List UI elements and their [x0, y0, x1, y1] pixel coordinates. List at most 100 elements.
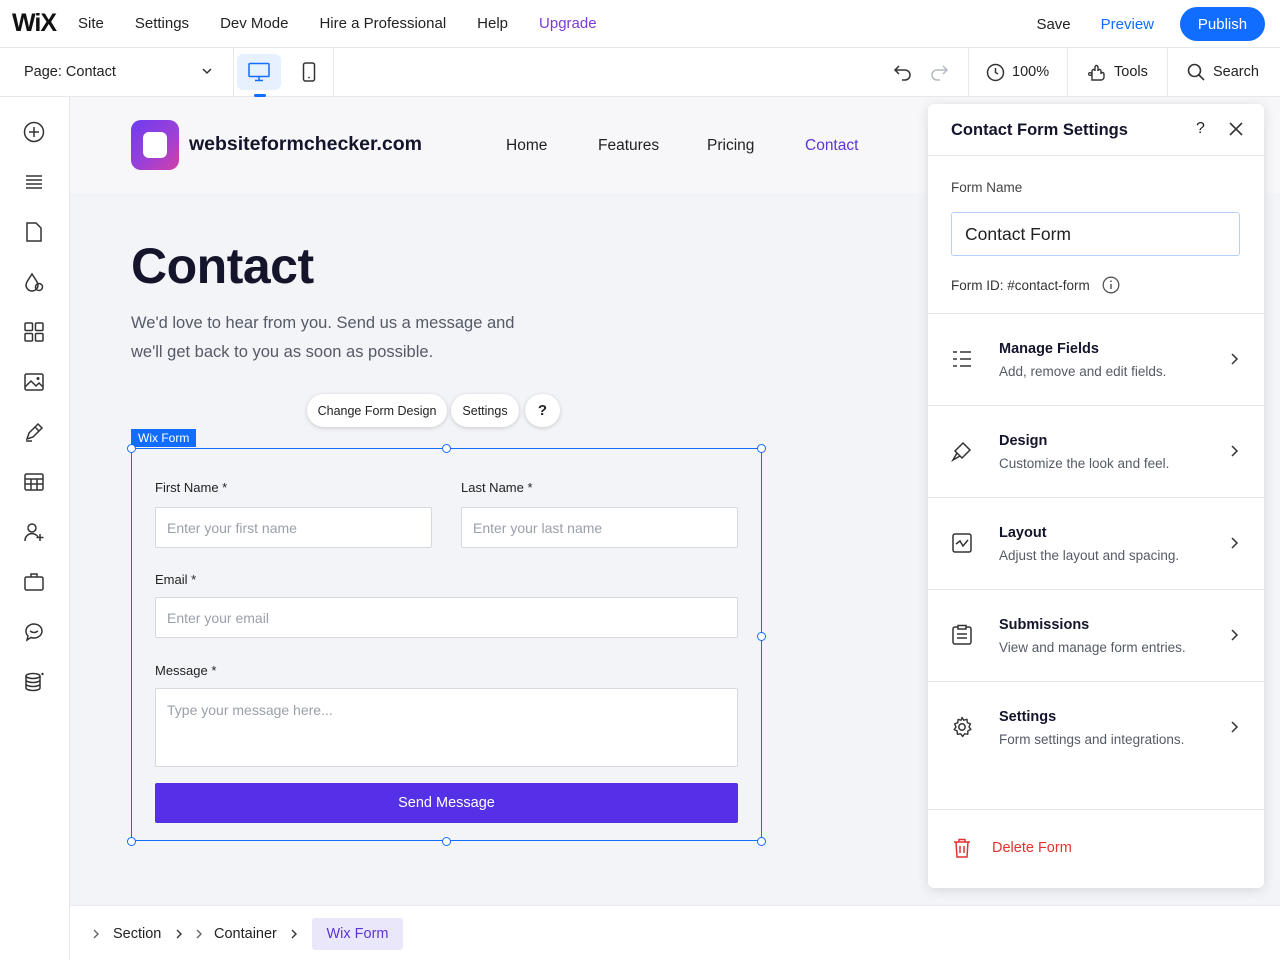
site-name: websiteformchecker.com	[189, 133, 423, 155]
submissions-row[interactable]: Submissions View and manage form entries…	[928, 589, 1264, 681]
breadcrumb-container[interactable]: Container	[214, 906, 277, 960]
cms-table-icon[interactable]	[23, 471, 45, 493]
page-lead: We'd love to hear from you. Send us a me…	[131, 309, 551, 367]
last-name-field[interactable]: Enter your last name	[461, 507, 738, 548]
redo-icon[interactable]	[929, 63, 949, 81]
email-field[interactable]: Enter your email	[155, 597, 738, 638]
add-elements-icon[interactable]	[23, 121, 45, 143]
page-selector[interactable]: Page: Contact	[0, 48, 234, 96]
message-field[interactable]: Type your message here...	[155, 688, 738, 767]
chevron-down-icon	[201, 65, 213, 77]
top-nav: Site Settings Dev Mode Hire a Profession…	[78, 0, 628, 48]
undo-icon[interactable]	[893, 63, 913, 81]
breadcrumb: Section Container Wix Form	[70, 905, 1280, 960]
delete-form-button[interactable]: Delete Form	[992, 840, 1072, 856]
tools-icon	[1088, 64, 1105, 81]
desktop-view-button[interactable]	[237, 54, 281, 90]
resize-handle[interactable]	[127, 444, 136, 453]
chevron-right-icon	[1229, 352, 1239, 366]
resize-handle[interactable]	[757, 632, 766, 641]
preview-button[interactable]: Preview	[1101, 16, 1154, 33]
resize-handle[interactable]	[127, 837, 136, 846]
site-logo	[131, 120, 179, 170]
manage-fields-row[interactable]: Manage Fields Add, remove and edit field…	[928, 313, 1264, 405]
panel-help-icon[interactable]: ?	[1196, 120, 1205, 138]
close-icon[interactable]	[1229, 122, 1243, 136]
publish-button[interactable]: Publish	[1180, 7, 1265, 41]
sections-icon[interactable]	[23, 171, 45, 193]
menu-hire-professional[interactable]: Hire a Professional	[319, 15, 446, 32]
mobile-view-button[interactable]	[287, 54, 331, 90]
settings-row[interactable]: Settings Form settings and integrations.	[928, 681, 1264, 773]
mobile-icon	[302, 62, 316, 82]
theme-icon[interactable]	[23, 271, 45, 293]
page-selector-label: Page: Contact	[24, 64, 116, 80]
media-icon[interactable]	[23, 371, 45, 393]
menu-dev-mode[interactable]: Dev Mode	[220, 15, 288, 32]
chevron-right-icon	[194, 928, 204, 940]
save-button[interactable]: Save	[1036, 16, 1070, 33]
zoom-level: 100%	[1012, 64, 1050, 80]
tools-button[interactable]: Tools	[1087, 48, 1148, 96]
row-title: Settings	[999, 709, 1057, 725]
top-bar: WiX Site Settings Dev Mode Hire a Profes…	[0, 0, 1280, 48]
page-heading: Contact	[131, 238, 314, 294]
resize-handle[interactable]	[442, 444, 451, 453]
menu-upgrade[interactable]: Upgrade	[539, 15, 597, 32]
row-description: View and manage form entries.	[999, 640, 1186, 655]
database-icon[interactable]	[23, 671, 45, 693]
zoom-control[interactable]: 100%	[986, 48, 1049, 96]
breadcrumb-section[interactable]: Section	[113, 906, 161, 960]
change-form-design-button[interactable]: Change Form Design	[307, 394, 447, 427]
lead-line-2: we'll get back to you as soon as possibl…	[131, 343, 434, 361]
first-name-field[interactable]: Enter your first name	[155, 507, 432, 548]
resize-handle[interactable]	[757, 444, 766, 453]
site-nav-home[interactable]: Home	[506, 137, 547, 155]
chat-icon[interactable]	[23, 621, 45, 643]
business-icon[interactable]	[23, 571, 45, 593]
chevron-right-icon	[91, 928, 101, 940]
menu-settings[interactable]: Settings	[135, 15, 189, 32]
search-label: Search	[1213, 64, 1259, 80]
trash-icon	[953, 838, 971, 858]
breadcrumb-wix-form[interactable]: Wix Form	[312, 918, 403, 950]
row-title: Layout	[999, 525, 1047, 541]
top-actions: Save Preview Publish	[1036, 7, 1265, 41]
site-nav-pricing[interactable]: Pricing	[707, 137, 754, 155]
info-icon[interactable]	[1102, 276, 1120, 294]
menu-help[interactable]: Help	[477, 15, 508, 32]
apps-icon[interactable]	[23, 321, 45, 343]
chevron-right-icon	[289, 928, 299, 940]
resize-handle[interactable]	[757, 837, 766, 846]
send-message-button[interactable]: Send Message	[155, 783, 738, 823]
chevron-right-icon	[1229, 720, 1239, 734]
row-description: Adjust the layout and spacing.	[999, 548, 1180, 563]
pages-icon[interactable]	[23, 221, 45, 243]
form-name-input[interactable]: Contact Form	[951, 212, 1240, 256]
form-id: Form ID: #contact-form	[951, 276, 1120, 294]
zoom-icon	[986, 63, 1005, 81]
brush-icon	[951, 440, 973, 462]
resize-handle[interactable]	[442, 837, 451, 846]
design-row[interactable]: Design Customize the look and feel.	[928, 405, 1264, 497]
toolbar-divider	[333, 48, 334, 96]
selection-tag[interactable]: Wix Form	[131, 429, 197, 447]
site-nav-contact[interactable]: Contact	[805, 137, 858, 155]
layout-row[interactable]: Layout Adjust the layout and spacing.	[928, 497, 1264, 589]
floating-settings-button[interactable]: Settings	[451, 394, 519, 427]
design-pen-icon[interactable]	[23, 421, 45, 443]
floating-help-button[interactable]: ?	[525, 394, 560, 427]
search-button[interactable]: Search	[1187, 48, 1259, 96]
search-icon	[1187, 63, 1205, 81]
panel-title: Contact Form Settings	[951, 121, 1128, 139]
site-nav-features[interactable]: Features	[598, 137, 659, 155]
toolbar-divider	[1067, 48, 1068, 96]
form-id-text: Form ID: #contact-form	[951, 277, 1090, 293]
delete-form-row[interactable]: Delete Form	[928, 809, 1264, 888]
menu-site[interactable]: Site	[78, 15, 104, 32]
wix-logo[interactable]: WiX	[0, 9, 78, 38]
layout-icon	[951, 532, 973, 554]
members-icon[interactable]	[23, 521, 45, 543]
message-label: Message *	[155, 663, 217, 678]
row-title: Manage Fields	[999, 341, 1099, 357]
